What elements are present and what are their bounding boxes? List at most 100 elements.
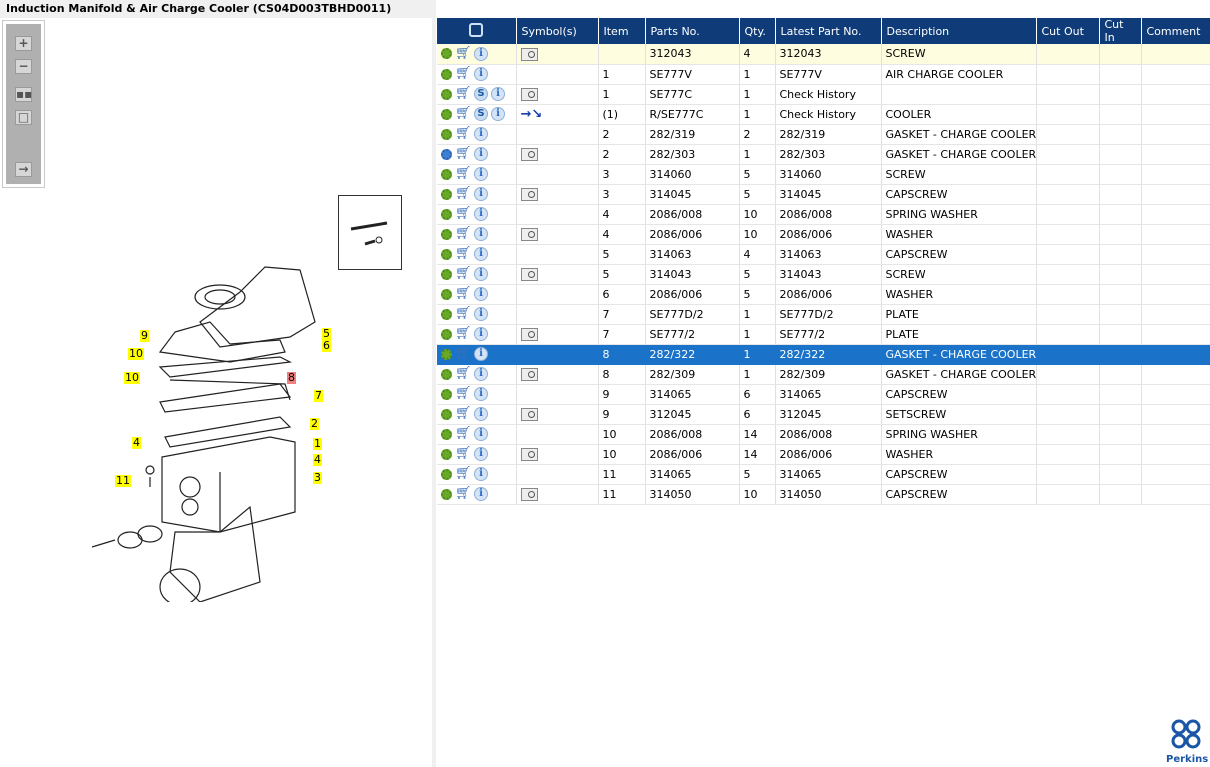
info-icon[interactable]: i xyxy=(474,307,488,321)
info-icon[interactable]: i xyxy=(474,167,488,181)
search-parts-header[interactable] xyxy=(437,18,517,44)
supersession-icon[interactable]: S xyxy=(474,107,488,121)
table-row[interactable]: 🛒︎ i 11 314065 5 314065 CAPSCREW xyxy=(437,464,1210,485)
cart-icon[interactable]: 🛒︎ xyxy=(455,447,472,460)
info-icon[interactable]: i xyxy=(474,227,488,241)
cart-icon[interactable]: 🛒︎ xyxy=(455,307,472,320)
gear-icon[interactable] xyxy=(441,408,452,420)
table-row[interactable]: 🛒︎ i 11 314050 10 314050 CAPSCREW xyxy=(437,484,1210,505)
table-row[interactable]: 🛒︎ i 312043 4 312043 SCREW xyxy=(437,44,1210,65)
table-row[interactable]: 🛒︎ i 7 SE777D/2 1 SE777D/2 PLATE xyxy=(437,304,1210,325)
book-icon[interactable] xyxy=(520,47,538,61)
gear-icon[interactable] xyxy=(441,48,452,60)
cart-icon[interactable]: 🛒︎ xyxy=(455,127,472,140)
cart-icon[interactable]: 🛒︎ xyxy=(455,247,472,260)
table-row[interactable]: 🛒︎ i 3 314060 5 314060 SCREW xyxy=(437,164,1210,185)
table-row[interactable]: 🛒︎ i 10 2086/006 14 2086/006 WASHER xyxy=(437,444,1210,465)
book-icon[interactable] xyxy=(520,487,538,501)
info-icon[interactable]: i xyxy=(474,487,488,501)
table-row[interactable]: 🛒︎ i 5 314063 4 314063 CAPSCREW xyxy=(437,244,1210,265)
table-row[interactable]: 🛒︎ i 10 2086/008 14 2086/008 SPRING WASHER xyxy=(437,424,1210,445)
info-icon[interactable]: i xyxy=(474,147,488,161)
table-row[interactable]: 🛒︎ i 1 SE777V 1 SE777V AIR CHARGE COOLER xyxy=(437,64,1210,85)
gear-icon[interactable] xyxy=(441,268,452,280)
info-icon[interactable]: i xyxy=(491,107,505,121)
table-row[interactable]: 🛒︎ i 4 2086/006 10 2086/006 WASHER xyxy=(437,224,1210,245)
info-icon[interactable]: i xyxy=(474,367,488,381)
gear-icon[interactable] xyxy=(441,68,452,80)
column-header[interactable]: Parts No. xyxy=(645,18,740,44)
callout-8[interactable]: 8 xyxy=(287,372,296,384)
cart-icon[interactable]: 🛒︎ xyxy=(455,347,472,360)
book-icon[interactable] xyxy=(520,147,538,161)
column-header[interactable]: Qty. xyxy=(739,18,776,44)
gear-icon[interactable] xyxy=(441,468,452,480)
cart-icon[interactable]: 🛒︎ xyxy=(455,287,472,300)
diagram-thumbnail[interactable] xyxy=(338,195,402,270)
info-icon[interactable]: i xyxy=(474,387,488,401)
info-icon[interactable]: i xyxy=(474,447,488,461)
table-row[interactable]: 🛒︎ i 8 282/309 1 282/309 GASKET - CHARGE COOLE… xyxy=(437,364,1210,385)
table-row[interactable]: 🛒︎ i 6 2086/006 5 2086/006 WASHER xyxy=(437,284,1210,305)
column-header[interactable]: Cut Out xyxy=(1036,18,1100,44)
gear-icon[interactable] xyxy=(441,448,452,460)
callout-11[interactable]: 11 xyxy=(115,475,131,487)
book-icon[interactable] xyxy=(520,447,538,461)
callout-7[interactable]: 7 xyxy=(314,390,323,402)
cart-icon[interactable]: 🛒︎ xyxy=(455,47,472,60)
gear-icon[interactable] xyxy=(441,228,452,240)
column-header[interactable]: Description xyxy=(881,18,1037,44)
table-row[interactable]: 🛒︎ Si →↘ (1) R/SE777C 1 Check History COOLER xyxy=(437,104,1210,125)
gear-icon[interactable] xyxy=(441,128,452,140)
cart-icon[interactable]: 🛒︎ xyxy=(455,387,472,400)
gear-icon[interactable] xyxy=(441,208,452,220)
cart-icon[interactable]: 🛒︎ xyxy=(455,427,472,440)
cart-icon[interactable]: 🛒︎ xyxy=(455,147,472,160)
gear-icon[interactable] xyxy=(441,168,452,180)
info-icon[interactable]: i xyxy=(474,46,488,61)
column-header[interactable]: Comment xyxy=(1141,18,1210,44)
table-row[interactable]: 🛒︎ i 2 282/319 2 282/319 GASKET - CHARGE COOLE… xyxy=(437,124,1210,145)
fit-window-button[interactable]: □ xyxy=(15,110,32,125)
table-row[interactable]: 🛒︎ i 9 314065 6 314065 CAPSCREW xyxy=(437,384,1210,405)
info-icon[interactable]: i xyxy=(474,347,488,361)
book-icon[interactable] xyxy=(520,327,538,341)
info-icon[interactable]: i xyxy=(491,87,505,101)
callout-4[interactable]: 4 xyxy=(313,454,322,466)
gear-icon[interactable] xyxy=(441,188,452,200)
table-row[interactable]: 🛒︎ i 3 314045 5 314045 CAPSCREW xyxy=(437,184,1210,205)
supersession-icon[interactable]: S xyxy=(474,87,488,101)
callout-4[interactable]: 4 xyxy=(132,437,141,449)
book-icon[interactable] xyxy=(520,367,538,381)
toggle-list-button[interactable]: → xyxy=(15,162,32,177)
info-icon[interactable]: i xyxy=(474,427,488,441)
gear-icon[interactable] xyxy=(441,488,452,500)
cart-icon[interactable]: 🛒︎ xyxy=(455,487,472,500)
table-row[interactable]: 🛒︎ i 2 282/303 1 282/303 GASKET - CHARGE COOLE… xyxy=(437,144,1210,165)
callout-9[interactable]: 9 xyxy=(140,330,149,342)
gear-icon[interactable] xyxy=(441,308,452,320)
cart-icon[interactable]: 🛒︎ xyxy=(455,87,472,100)
gear-icon[interactable] xyxy=(441,328,452,340)
gear-icon[interactable] xyxy=(441,108,452,120)
pane-splitter[interactable] xyxy=(432,0,436,767)
callout-1[interactable]: 1 xyxy=(313,438,322,450)
book-icon[interactable] xyxy=(520,187,538,201)
table-row[interactable]: 🛒︎ i 4 2086/008 10 2086/008 SPRING WASHER xyxy=(437,204,1210,225)
table-row[interactable]: 🛒︎ i 9 312045 6 312045 SETSCREW xyxy=(437,404,1210,425)
info-icon[interactable]: i xyxy=(474,207,488,221)
info-icon[interactable]: i xyxy=(474,267,488,281)
book-icon[interactable] xyxy=(520,227,538,241)
cart-icon[interactable]: 🛒︎ xyxy=(455,67,472,80)
info-icon[interactable]: i xyxy=(474,247,488,261)
cart-icon[interactable]: 🛒︎ xyxy=(455,467,472,480)
cart-icon[interactable]: 🛒︎ xyxy=(455,227,472,240)
cart-icon[interactable]: 🛒︎ xyxy=(455,107,472,120)
zoom-out-button[interactable]: − xyxy=(15,59,32,74)
book-icon[interactable] xyxy=(520,267,538,281)
info-icon[interactable]: i xyxy=(474,127,488,141)
callout-10[interactable]: 10 xyxy=(124,372,140,384)
zoom-in-button[interactable]: + xyxy=(15,36,32,51)
cart-icon[interactable]: 🛒︎ xyxy=(455,167,472,180)
info-icon[interactable]: i xyxy=(474,287,488,301)
